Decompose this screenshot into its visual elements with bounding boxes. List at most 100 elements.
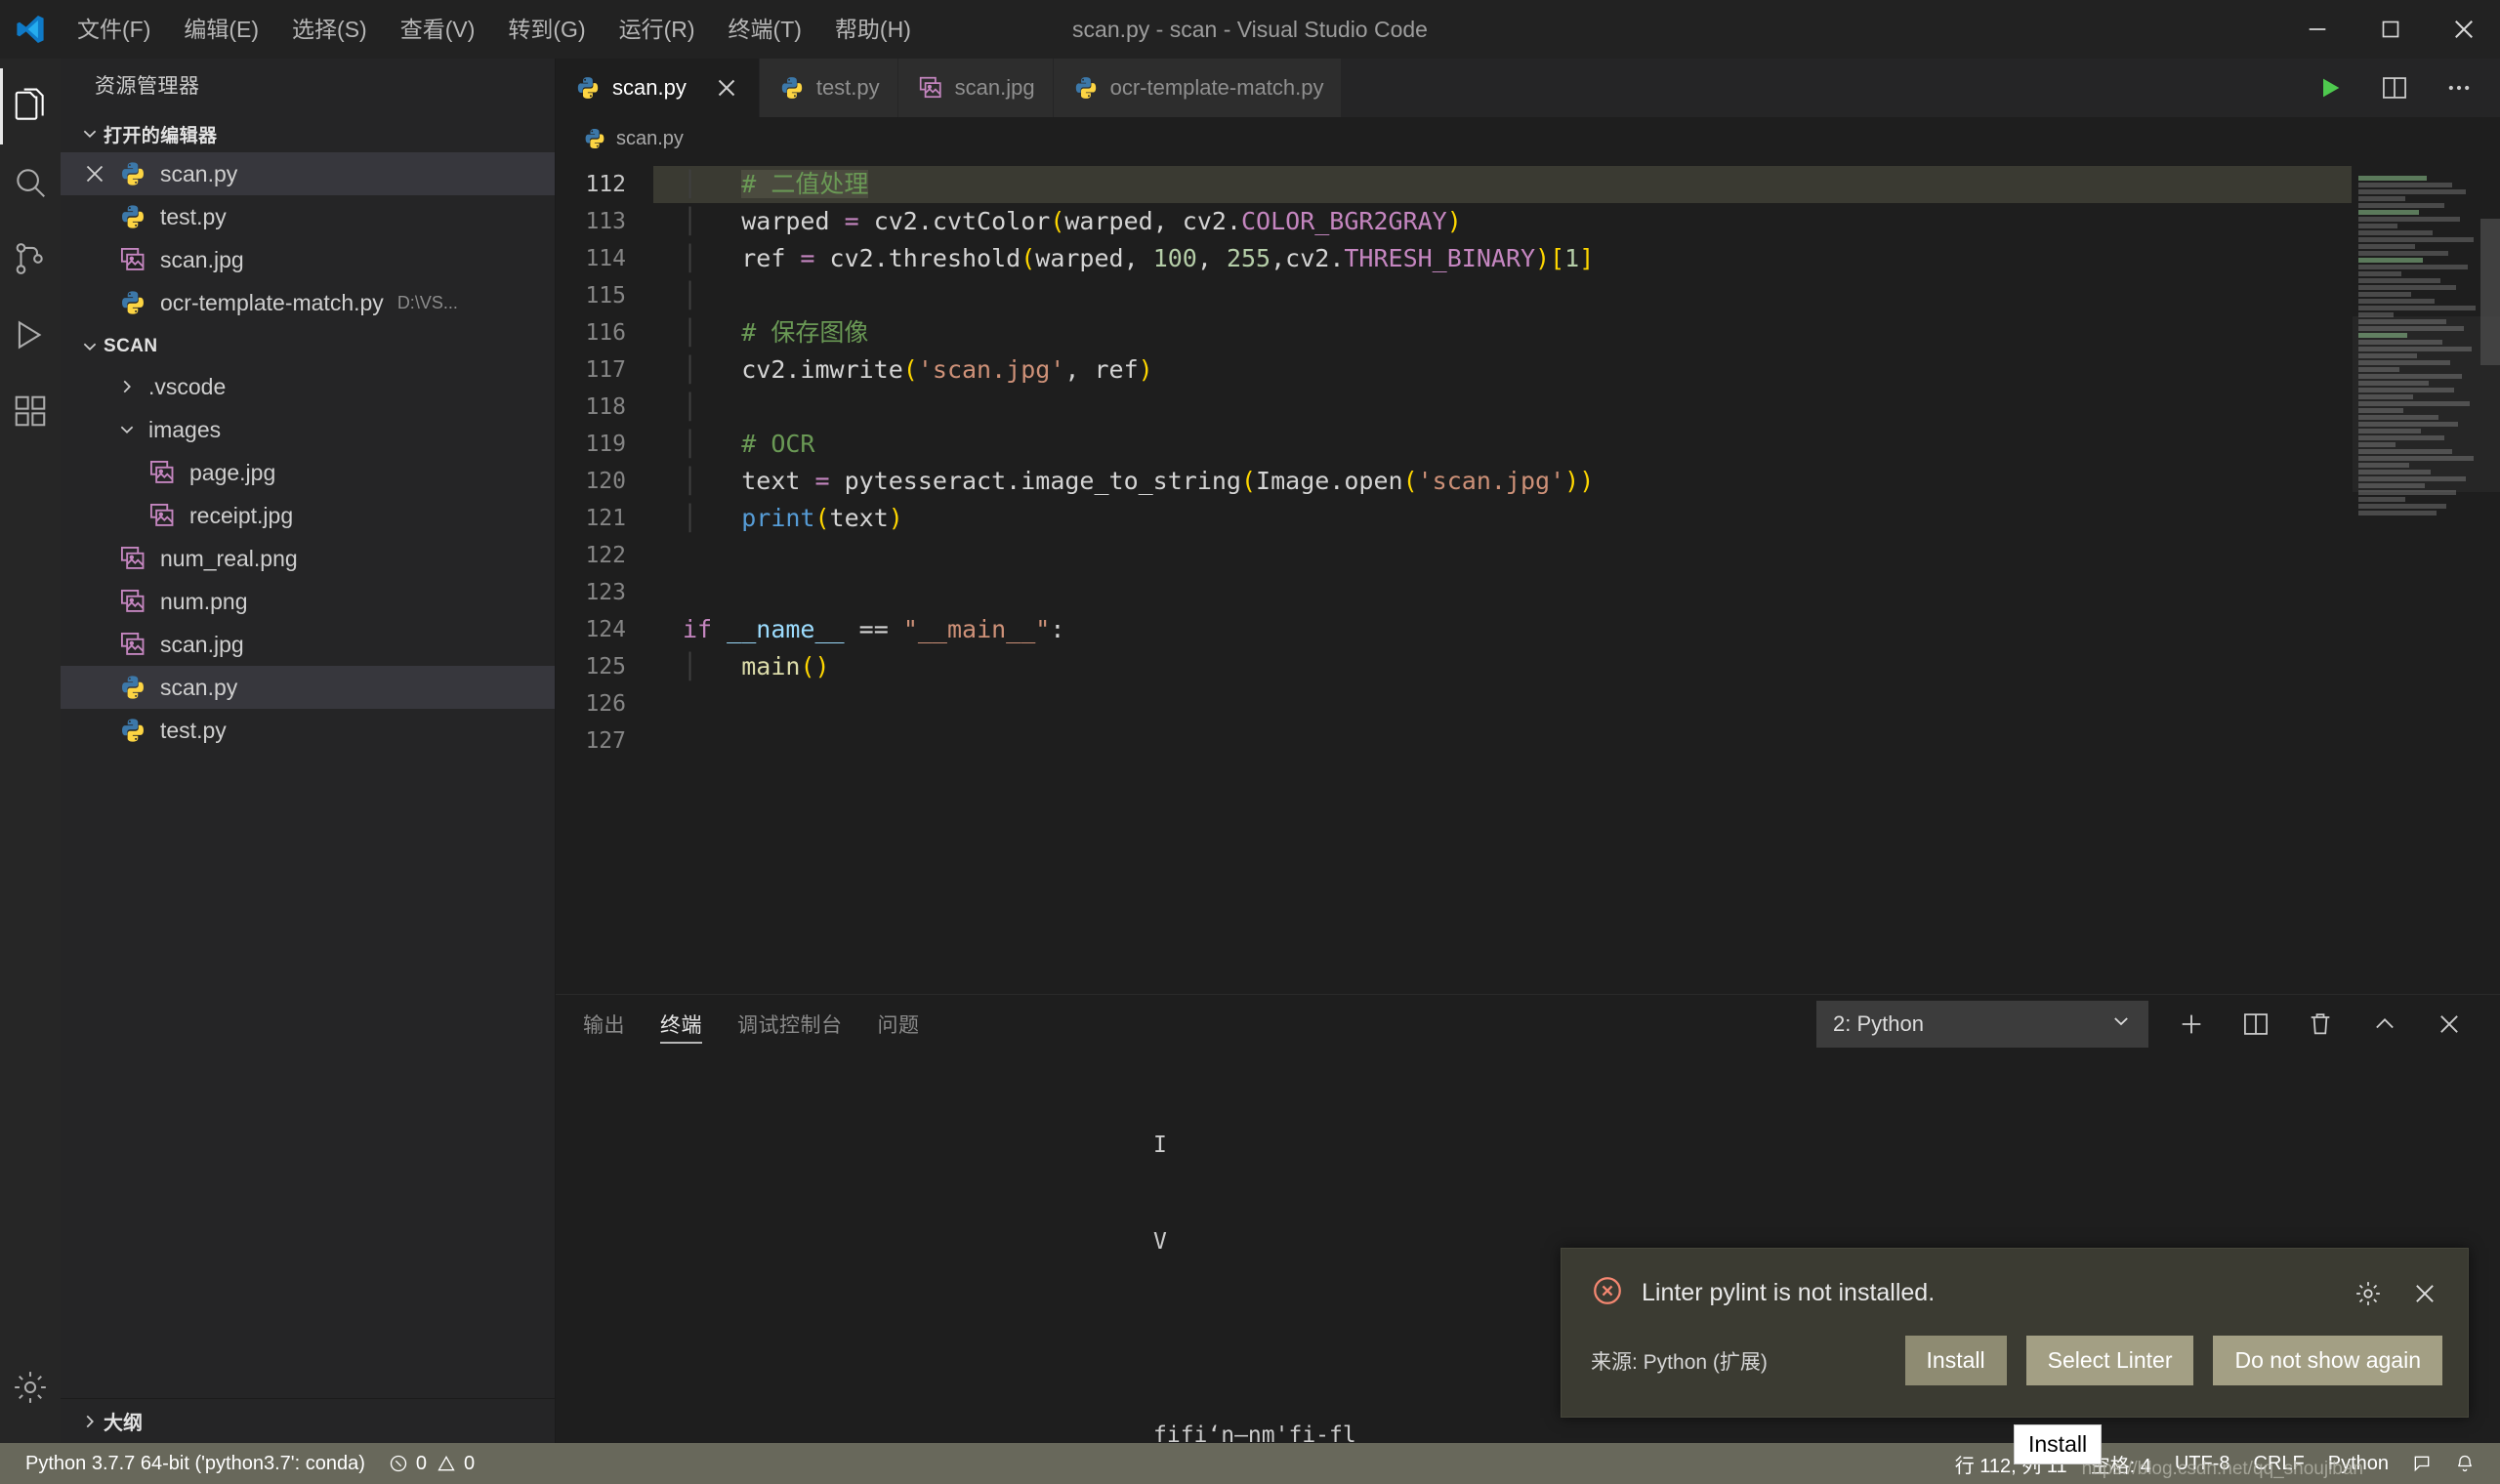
menu-item-selection[interactable]: 选择(S)	[275, 0, 384, 59]
trash-icon[interactable]	[2299, 1003, 2342, 1046]
close-icon[interactable]	[76, 164, 113, 184]
split-icon[interactable]	[2234, 1003, 2277, 1046]
status-eol[interactable]: CRLF	[2242, 1443, 2316, 1484]
breadcrumb[interactable]: scan.py	[556, 117, 2500, 160]
sidebar-item-search[interactable]	[0, 144, 61, 221]
python-icon	[575, 75, 601, 101]
status-notifications-bell-icon[interactable]	[2443, 1443, 2486, 1484]
minimap[interactable]	[2352, 160, 2500, 994]
install-button[interactable]: Install	[1905, 1336, 2007, 1385]
do-not-show-again-button[interactable]: Do not show again	[2213, 1336, 2442, 1385]
open-editor-label: scan.py	[160, 161, 237, 187]
folder-section-header[interactable]: SCAN	[61, 328, 555, 365]
close-icon[interactable]	[2428, 1003, 2471, 1046]
tab-label: scan.jpg	[955, 75, 1035, 101]
notification-toast[interactable]: Linter pylint is not installed. 来源: Pyth…	[1561, 1248, 2469, 1418]
tab-problems[interactable]: 问题	[878, 995, 920, 1053]
sidebar-item-run-and-debug[interactable]	[0, 297, 61, 373]
code-content[interactable]: │ # 二值处理 │ warped = cv2.cvtColor(warped,…	[653, 160, 2352, 994]
sidebar-item-source-control[interactable]	[0, 221, 61, 297]
tree-item-receipt-jpg[interactable]: receipt.jpg	[61, 494, 555, 537]
tree-item-scan-py[interactable]: scan.py	[61, 666, 555, 709]
panel-actions: 2: Python	[1816, 1001, 2500, 1048]
close-button[interactable]	[2427, 0, 2500, 59]
open-editors-header[interactable]: 打开的编辑器	[61, 115, 555, 152]
gear-icon[interactable]	[2351, 1276, 2386, 1311]
tree-item-num-png[interactable]: num.png	[61, 580, 555, 623]
status-language-mode[interactable]: Python	[2316, 1443, 2400, 1484]
tab-scan-jpg[interactable]: scan.jpg	[898, 59, 1054, 117]
python-icon	[113, 717, 152, 744]
select-linter-button[interactable]: Select Linter	[2026, 1336, 2194, 1385]
python-icon	[113, 289, 152, 316]
minimap-slider[interactable]	[2353, 316, 2500, 492]
open-editor-item-ocr-template-match-py[interactable]: ocr-template-match.py D:\VS...	[61, 281, 555, 324]
image-icon	[918, 75, 943, 101]
plus-icon[interactable]	[2170, 1003, 2213, 1046]
editor-vertical-scrollbar[interactable]	[2480, 160, 2500, 994]
split-editor-icon[interactable]	[2375, 68, 2414, 107]
code-editor[interactable]: 112 113 114 115 116 117 118 119 120 121 …	[556, 160, 2500, 994]
chevron-up-icon[interactable]	[2363, 1003, 2406, 1046]
terminal-selector-dropdown[interactable]: 2: Python	[1816, 1001, 2148, 1048]
tree-item-vscode[interactable]: .vscode	[61, 365, 555, 408]
tree-item-label: page.jpg	[189, 460, 275, 486]
tab-debug-console[interactable]: 调试控制台	[737, 995, 843, 1053]
folder-name-label: SCAN	[104, 336, 157, 357]
main-body: 资源管理器 打开的编辑器	[0, 59, 2500, 1443]
status-problems[interactable]: 0 0	[377, 1443, 486, 1484]
tree-item-page-jpg[interactable]: page.jpg	[61, 451, 555, 494]
tab-terminal[interactable]: 终端	[660, 995, 702, 1053]
open-editors-list: scan.py test.py	[61, 152, 555, 324]
tab-ocr-template-match-py[interactable]: ocr-template-match.py	[1054, 59, 1343, 117]
status-python-interpreter[interactable]: Python 3.7.7 64-bit ('python3.7': conda)	[14, 1443, 377, 1484]
python-icon	[113, 203, 152, 230]
line-number: 116	[556, 314, 653, 351]
play-icon[interactable]	[2311, 68, 2350, 107]
ellipsis-icon[interactable]	[2439, 68, 2479, 107]
notification-actions	[2351, 1276, 2442, 1311]
line-number: 119	[556, 426, 653, 463]
open-editor-label: ocr-template-match.py	[160, 290, 384, 316]
scrollbar-thumb[interactable]	[2480, 219, 2500, 365]
open-editor-item-scan-py[interactable]: scan.py	[61, 152, 555, 195]
status-feedback-icon[interactable]	[2400, 1443, 2443, 1484]
status-bar: Python 3.7.7 64-bit ('python3.7': conda)…	[0, 1443, 2500, 1484]
menu-item-file[interactable]: 文件(F)	[61, 0, 167, 59]
tab-output[interactable]: 输出	[583, 995, 625, 1053]
python-icon	[779, 75, 805, 101]
open-editor-item-test-py[interactable]: test.py	[61, 195, 555, 238]
manage-settings-button[interactable]	[0, 1349, 61, 1425]
menu-item-help[interactable]: 帮助(H)	[818, 0, 928, 59]
menu-item-view[interactable]: 查看(V)	[384, 0, 492, 59]
python-icon	[113, 160, 152, 187]
minimize-button[interactable]	[2280, 0, 2354, 59]
menu-item-terminal[interactable]: 终端(T)	[712, 0, 818, 59]
menu-item-run[interactable]: 运行(R)	[603, 0, 712, 59]
tree-item-scan-jpg[interactable]: scan.jpg	[61, 623, 555, 666]
menu-item-go[interactable]: 转到(G)	[491, 0, 602, 59]
tab-scan-py[interactable]: scan.py	[556, 59, 760, 117]
status-encoding[interactable]: UTF-8	[2163, 1443, 2242, 1484]
close-icon[interactable]	[2407, 1276, 2442, 1311]
line-number: 120	[556, 463, 653, 500]
maximize-button[interactable]	[2354, 0, 2427, 59]
sidebar-item-extensions[interactable]	[0, 373, 61, 449]
outline-section-header[interactable]: 大纲	[61, 1398, 555, 1443]
code-line-124: if __name__ == "__main__":	[653, 611, 2352, 648]
line-number: 126	[556, 685, 653, 722]
image-icon	[113, 588, 152, 615]
window-controls	[2280, 0, 2500, 59]
tree-item-images[interactable]: images	[61, 408, 555, 451]
tree-item-num-real-png[interactable]: num_real.png	[61, 537, 555, 580]
menu-item-edit[interactable]: 编辑(E)	[167, 0, 275, 59]
tree-item-test-py[interactable]: test.py	[61, 709, 555, 752]
sidebar-item-explorer[interactable]	[0, 68, 61, 144]
image-icon	[143, 502, 182, 529]
open-editor-item-scan-jpg[interactable]: scan.jpg	[61, 238, 555, 281]
notification-footer: 来源: Python (扩展) Install Select Linter Do…	[1562, 1320, 2468, 1417]
code-line-115: │	[653, 277, 2352, 314]
tab-test-py[interactable]: test.py	[760, 59, 898, 117]
error-count: 0	[416, 1453, 427, 1475]
close-icon[interactable]	[712, 78, 741, 98]
